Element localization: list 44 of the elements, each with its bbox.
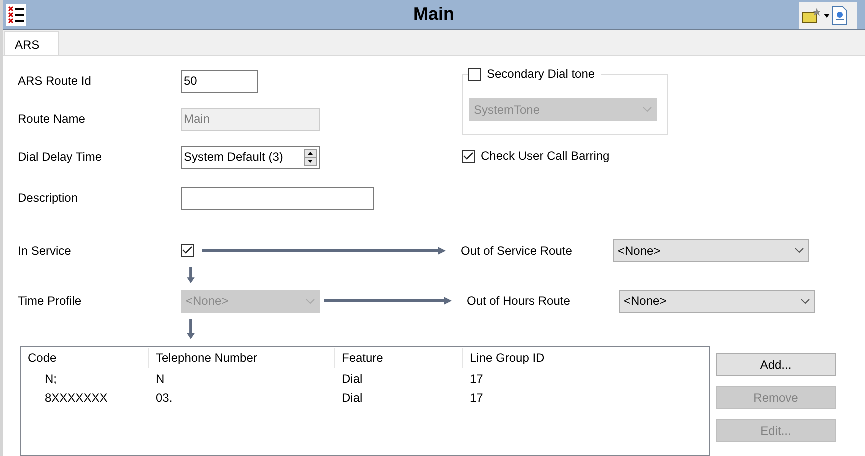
route-select[interactable]: <None> [619,290,815,313]
checkbox-label: Check User Call Barring [481,148,610,166]
flow-arrow [187,267,195,284]
field-label: Route Name [17,111,86,128]
window-title: Main [413,3,454,26]
caret-icon[interactable] [824,14,830,18]
table-cell: N [156,372,165,386]
spinner-icon[interactable] [304,148,317,166]
document-icon[interactable] [832,6,848,26]
folder-star-icon[interactable] [802,6,822,24]
field-label: ARS Route Id [17,73,92,90]
table-cell: 03. [156,390,173,404]
chevron-down-icon [795,248,804,254]
chevron-down-icon [801,298,810,304]
field-label: In Service [17,242,72,260]
field-label: Out of Service Route [460,242,574,260]
table-cell: N; [45,372,57,386]
column-header[interactable]: Telephone Number [149,348,335,368]
action-button[interactable]: Add... [716,353,836,376]
spin-field[interactable]: System Default (3) [181,146,320,169]
checkbox[interactable] [468,68,481,81]
table-cell: 17 [470,390,484,404]
field-label: Description [17,190,80,208]
table-cell: 8XXXXXXX [45,390,108,404]
flow-arrow [187,318,195,340]
checkbox-label: Secondary Dial tone [487,66,596,84]
table-cell: 17 [470,372,484,386]
column-header[interactable]: Line Group ID [463,348,704,368]
route-select[interactable]: <None> [613,239,809,262]
field-label: Dial Delay Time [17,149,104,166]
checkbox[interactable] [181,244,194,258]
field-label: Time Profile [17,293,83,310]
input-field[interactable]: 50 [181,70,258,93]
table-cell: Dial [342,390,363,404]
field-label: Out of Hours Route [466,293,572,310]
chevron-down-icon [306,298,315,304]
column-header[interactable]: Feature [335,348,463,368]
input-field[interactable] [181,186,374,210]
chevron-down-icon [643,107,652,112]
list-icon[interactable] [6,4,26,26]
tab[interactable]: ARS [4,31,59,56]
column-header[interactable]: Code [21,348,149,368]
table-cell: Dial [342,372,363,386]
checkbox[interactable] [462,150,475,163]
